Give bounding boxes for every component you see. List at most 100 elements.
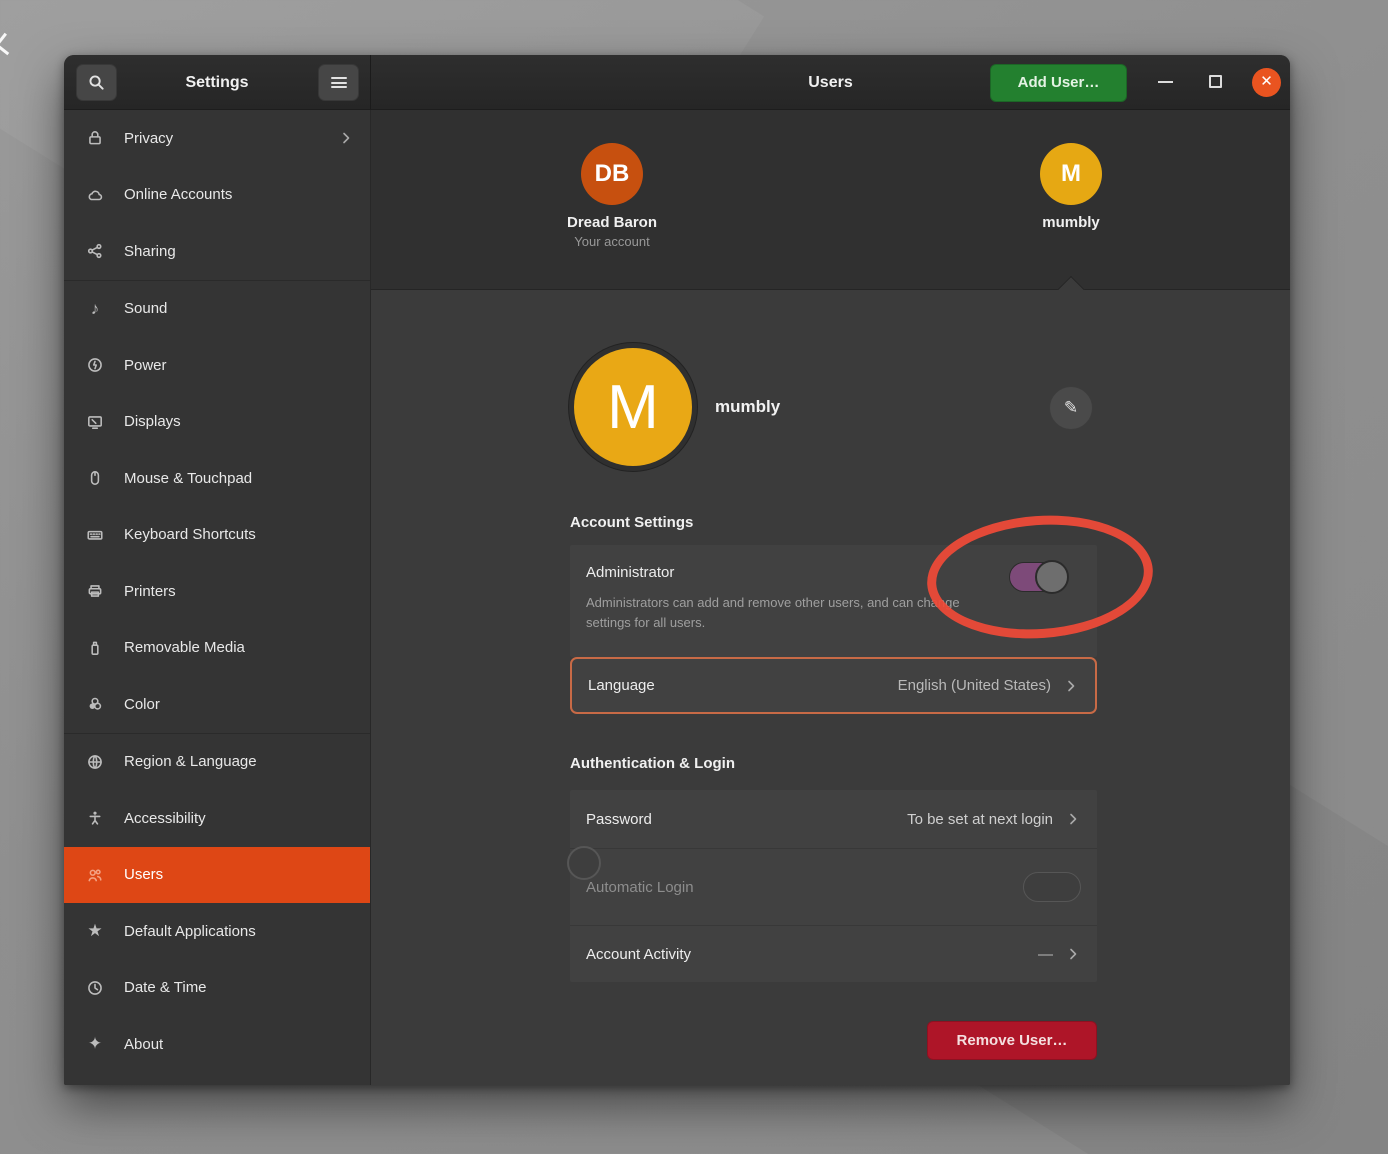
music-note-icon: ♪ [83,299,107,319]
account-activity-value: — [1038,946,1053,963]
sidebar-item-default-applications[interactable]: ★ Default Applications [64,903,370,960]
add-user-button[interactable]: Add User… [990,64,1127,102]
user-detail-panel: M mumbly ✎ Account Settings Administrato… [371,290,1290,1085]
mouse-icon [83,469,107,487]
pencil-icon: ✎ [1064,398,1078,418]
minimize-button[interactable] [1158,81,1173,83]
sidebar-item-printers[interactable]: Printers [64,563,370,620]
users-icon [83,866,107,884]
toggle-knob [1035,560,1069,594]
authentication-heading: Authentication & Login [570,755,735,772]
sparkle-icon: ✦ [83,1034,107,1054]
accessibility-icon [83,809,107,827]
sidebar-item-label: Mouse & Touchpad [124,470,252,487]
sidebar-item-label: Date & Time [124,979,207,996]
clock-icon [83,979,107,997]
sidebar-item-color[interactable]: Color [64,676,370,733]
sidebar-item-privacy[interactable]: Privacy [64,110,370,167]
language-value: English (United States) [898,677,1051,694]
keyboard-icon [83,526,107,544]
chevron-right-icon [1065,946,1081,962]
chevron-right-icon [1065,811,1081,827]
sidebar-item-accessibility[interactable]: Accessibility [64,790,370,847]
sidebar-item-label: Accessibility [124,810,206,827]
sidebar-item-label: Power [124,357,167,374]
sidebar-item-label: Keyboard Shortcuts [124,526,256,543]
power-icon [83,356,107,374]
user-detail-name: mumbly [715,397,780,417]
user-chip-your-account[interactable]: DB Dread Baron Your account [532,143,692,249]
avatar-initials: M [1061,160,1081,188]
administrator-label: Administrator [586,564,674,581]
sidebar-item-keyboard-shortcuts[interactable]: Keyboard Shortcuts [64,507,370,564]
users-panel: DB Dread Baron Your account M mumbly M m… [371,110,1290,1085]
sidebar-item-sharing[interactable]: Sharing [64,223,370,280]
account-activity-label: Account Activity [586,946,691,963]
sidebar-item-sound[interactable]: ♪ Sound [64,281,370,338]
avatar: M [574,348,692,466]
sidebar-item-date-time[interactable]: Date & Time [64,960,370,1017]
sidebar-item-label: Default Applications [124,923,256,940]
hamburger-icon [331,77,347,88]
user-carousel: DB Dread Baron Your account M mumbly [371,110,1290,290]
sidebar-item-removable-media[interactable]: Removable Media [64,620,370,677]
toggle-knob [567,846,601,880]
password-value: To be set at next login [907,811,1053,828]
display-icon [83,413,107,431]
sidebar-item-mouse-touchpad[interactable]: Mouse & Touchpad [64,450,370,507]
close-button[interactable]: ✕ [1252,68,1281,97]
avatar: DB [581,143,643,205]
remove-user-button[interactable]: Remove User… [927,1021,1097,1060]
main-headerbar: Users Add User… ✕ [371,55,1290,110]
sidebar-item-label: Region & Language [124,753,257,770]
sidebar-item-displays[interactable]: Displays [64,394,370,451]
color-icon [83,695,107,713]
sidebar-item-label: Displays [124,413,181,430]
star-icon: ★ [83,921,107,941]
password-row[interactable]: Password To be set at next login [570,790,1097,848]
administrator-description: Administrators can add and remove other … [586,593,986,633]
lock-icon [83,129,107,147]
usb-drive-icon [83,639,107,657]
sidebar-item-about[interactable]: ✦ About [64,1016,370,1073]
sidebar-item-label: Privacy [124,130,173,147]
cloud-icon [83,186,107,204]
settings-window: Settings Users Add User… ✕ Privacy [64,55,1290,1085]
account-settings-heading: Account Settings [570,514,693,531]
user-chip-mumbly[interactable]: M mumbly [991,143,1151,231]
sidebar-item-label: Online Accounts [124,186,232,203]
automatic-login-row: Automatic Login [570,848,1097,926]
automatic-login-label: Automatic Login [586,879,694,896]
chevron-right-icon [338,130,354,146]
sidebar-item-label: Users [124,866,163,883]
avatar-initials: DB [595,160,630,188]
password-label: Password [586,811,652,828]
user-avatar-button[interactable]: M [568,342,698,472]
administrator-toggle[interactable] [1009,562,1067,592]
sidebar-headerbar: Settings [64,55,371,110]
avatar: M [1040,143,1102,205]
share-icon [83,242,107,260]
sidebar-item-users[interactable]: Users [64,847,370,904]
settings-sidebar: Privacy Online Accounts Sharing ♪ Sound [64,110,371,1085]
language-row[interactable]: Language English (United States) [570,657,1097,714]
user-name: Dread Baron [567,214,657,231]
primary-menu-button[interactable] [318,64,359,101]
chevron-right-icon [1063,678,1079,694]
desktop-cursor-artifact [0,33,17,55]
user-name: mumbly [1042,214,1100,231]
user-subtitle: Your account [574,234,649,249]
sidebar-item-region-language[interactable]: Region & Language [64,734,370,791]
automatic-login-toggle[interactable] [1023,872,1081,902]
sidebar-item-label: About [124,1036,163,1053]
page-title: Users [371,55,1290,110]
sidebar-item-online-accounts[interactable]: Online Accounts [64,167,370,224]
sidebar-item-label: Printers [124,583,176,600]
language-label: Language [588,677,655,694]
rename-user-button[interactable]: ✎ [1049,386,1093,430]
account-activity-row[interactable]: Account Activity — [570,926,1097,982]
sidebar-item-label: Color [124,696,160,713]
sidebar-item-label: Sound [124,300,167,317]
sidebar-item-power[interactable]: Power [64,337,370,394]
maximize-button[interactable] [1209,75,1222,88]
